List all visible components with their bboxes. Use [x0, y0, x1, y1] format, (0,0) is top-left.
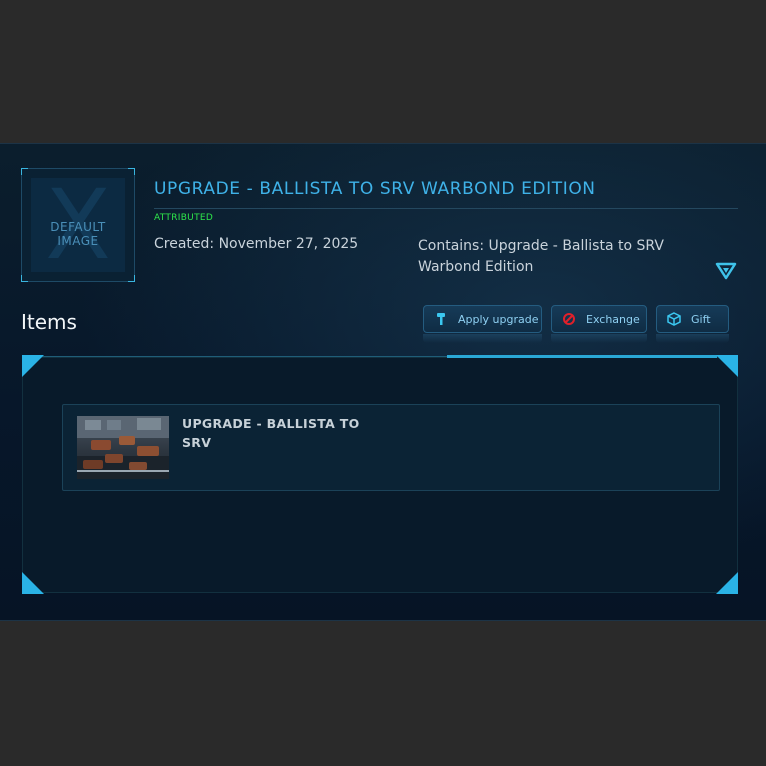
- items-container-highlight: [447, 355, 717, 358]
- ship-hangar-image: [77, 416, 169, 479]
- thumb-corner-br: [128, 275, 135, 282]
- corner-accent-br: [716, 572, 738, 594]
- status-badge: ATTRIBUTED: [154, 213, 214, 223]
- package-title: UPGRADE - BALLISTA TO SRV WARBOND EDITIO…: [154, 179, 596, 199]
- expand-toggle[interactable]: [715, 262, 737, 280]
- default-label-line1: DEFAULT: [50, 220, 106, 234]
- list-item[interactable]: UPGRADE - BALLISTA TO SRV: [62, 404, 720, 491]
- exchange-label: Exchange: [586, 312, 640, 326]
- title-divider: [154, 208, 738, 209]
- corner-accent-tr: [716, 355, 738, 377]
- exchange-button[interactable]: Exchange: [551, 305, 647, 333]
- no-entry-icon: [563, 313, 575, 325]
- default-image-frame: X DEFAULT IMAGE: [31, 177, 125, 273]
- exchange-reflection: [551, 334, 647, 343]
- apply-upgrade-label: Apply upgrade: [458, 312, 539, 326]
- thumb-corner-bl: [21, 275, 28, 282]
- default-image-label: DEFAULT IMAGE: [31, 220, 125, 248]
- package-thumbnail: X DEFAULT IMAGE: [21, 168, 135, 282]
- chevron-down-icon: [715, 262, 737, 280]
- created-date: Created: November 27, 2025: [154, 236, 359, 252]
- gift-label: Gift: [691, 312, 711, 326]
- hammer-icon: [437, 313, 445, 325]
- gift-reflection: [656, 334, 729, 343]
- gift-cube-icon: [667, 312, 681, 326]
- thumb-corner-tr: [128, 168, 135, 175]
- corner-accent-tl: [22, 355, 44, 377]
- item-thumbnail: [77, 416, 169, 479]
- default-label-line2: IMAGE: [57, 234, 99, 248]
- apply-upgrade-reflection: [423, 334, 542, 343]
- gift-button[interactable]: Gift: [656, 305, 729, 333]
- item-title: UPGRADE - BALLISTA TO SRV: [182, 416, 360, 450]
- apply-upgrade-button[interactable]: Apply upgrade: [423, 305, 542, 333]
- contains-text: Contains: Upgrade - Ballista to SRV Warb…: [418, 238, 664, 275]
- corner-accent-bl: [22, 572, 44, 594]
- items-heading: Items: [21, 310, 77, 334]
- thumb-corner-tl: [21, 168, 28, 175]
